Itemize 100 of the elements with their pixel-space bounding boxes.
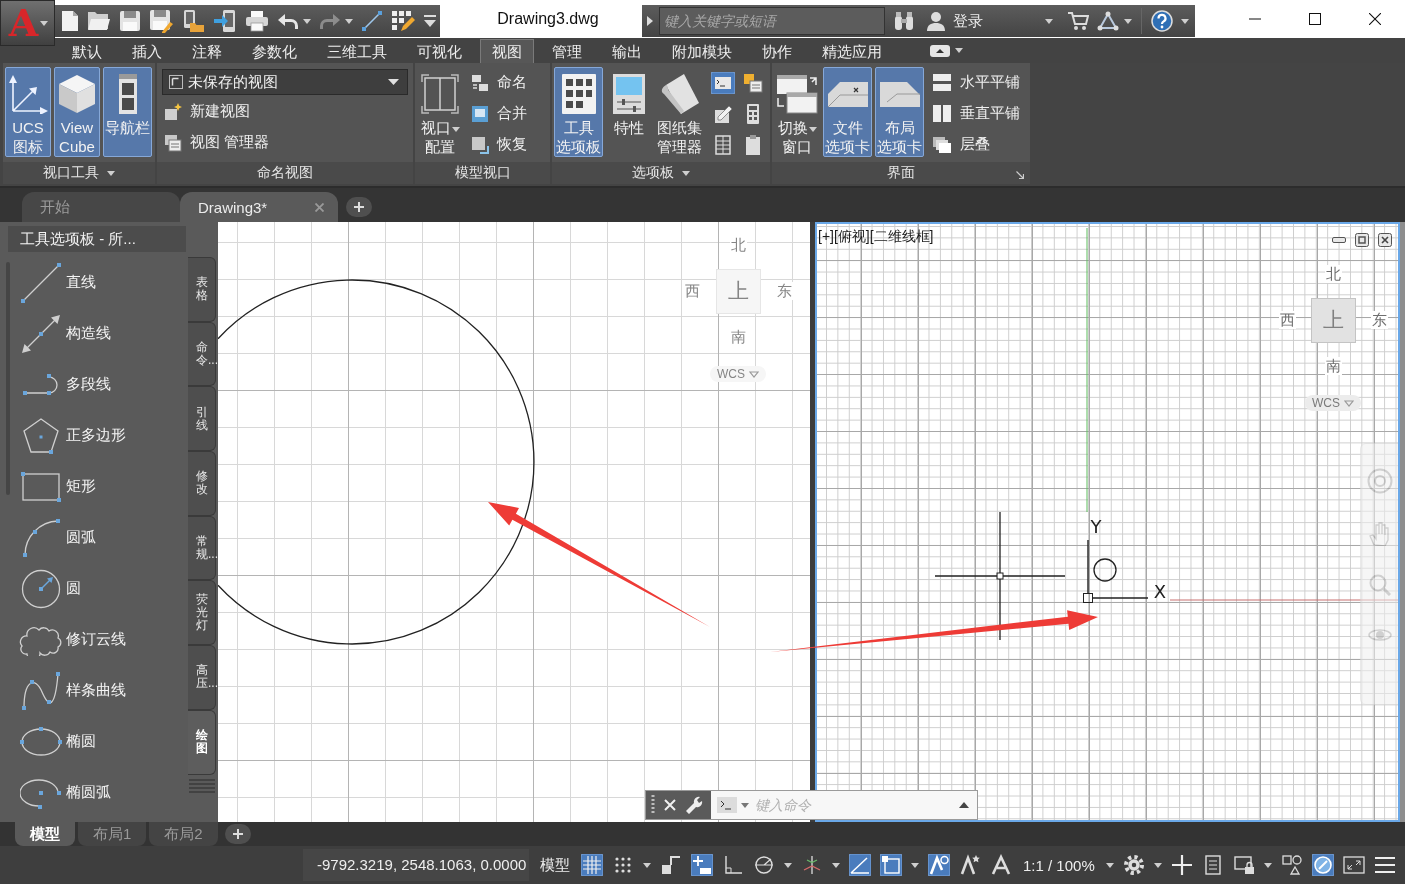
restore-icon[interactable] [1355,233,1369,247]
ribbon-button[interactable]: 图纸集 管理器 [655,67,704,157]
ribbon-button[interactable]: 新建视图 [162,96,408,127]
palette-tab[interactable]: 常规... [188,515,216,581]
compass-label[interactable]: 北 [1324,265,1342,283]
document-tab[interactable]: Drawing3* [180,192,338,222]
ucs-menu[interactable]: WCS [1305,395,1361,411]
slashed-circle-icon[interactable] [1311,854,1334,876]
ribbon-button[interactable]: 垂直平铺 [930,98,1022,129]
command-prompt-icon[interactable] [717,797,737,813]
ribbon-tab[interactable]: 管理 [540,39,594,63]
right-angle-icon[interactable] [722,854,744,876]
caret-icon[interactable] [643,862,651,868]
menu-icon[interactable] [1373,854,1396,876]
compass-label[interactable]: 北 [729,236,747,254]
palette-tab[interactable]: 修改 [188,451,216,516]
ribbon-button[interactable]: 层叠 [930,129,1022,160]
palette-tool[interactable]: 圆 [18,563,126,614]
user-icon[interactable] [926,11,946,31]
caret-icon[interactable] [955,48,963,53]
caret-icon[interactable] [832,862,840,868]
letter-a-star-icon[interactable] [959,854,981,876]
binoculars-icon[interactable] [894,11,914,31]
caret-icon[interactable] [911,862,919,868]
up-caret-tile-icon[interactable] [930,44,950,57]
ribbon-button[interactable]: 特性 [606,67,652,157]
compass-label[interactable]: 东 [775,282,793,300]
folder-icon[interactable] [87,11,111,31]
angle-circle-icon[interactable] [753,854,775,876]
ribbon-button[interactable]: 合并 [469,98,529,129]
palette-tool[interactable]: 样条曲线 [18,665,126,716]
palette-tool[interactable]: 正多边形 [18,410,126,461]
layout-tab[interactable]: 模型 [15,822,75,846]
cart-icon[interactable] [1067,11,1089,31]
diagonal-line-icon[interactable] [361,10,383,32]
caret-icon[interactable] [784,862,792,868]
ribbon-tab[interactable]: 可视化 [405,39,474,63]
palette-tab[interactable]: 高压... [188,645,216,710]
page-icon[interactable] [61,10,79,32]
cursor-coordinates[interactable]: -9792.3219, 2548.1063, 0.0000 [303,849,529,881]
dropdown-menu-icon[interactable] [423,14,437,28]
ribbon-tab[interactable]: 参数化 [240,39,309,63]
letter-a-icon[interactable] [990,854,1012,876]
document-tab[interactable]: 开始 [22,192,180,222]
ribbon-button[interactable]: 视图 管理器 [162,127,408,158]
caret-icon[interactable] [741,802,749,808]
grid-icon[interactable] [581,854,603,876]
undo-icon[interactable] [277,13,299,29]
plus-icon[interactable] [346,197,372,217]
ribbon-button[interactable]: 切换 窗口 [774,67,820,157]
wrench-icon[interactable] [685,796,703,814]
viewport-label[interactable]: [+][俯视][二维线框] [818,228,934,246]
palette-tool[interactable]: 圆弧 [18,512,126,563]
tripod-icon[interactable] [801,854,823,876]
square-snap-icon[interactable] [880,854,902,876]
caret-icon[interactable] [1181,18,1189,24]
compass-label[interactable]: 西 [1278,311,1296,329]
fullscreen-icon[interactable] [1342,854,1365,876]
command-field[interactable]: 键入命令 [711,791,977,819]
grip-icon[interactable] [651,795,655,815]
ribbon-button[interactable]: 导航栏 [103,67,152,157]
caret-icon[interactable] [1153,862,1162,868]
layout-tab[interactable]: 布局1 [78,822,147,846]
ucs-menu[interactable]: WCS [710,366,766,382]
sign-in-link[interactable]: 登录 [953,11,983,31]
minimize-icon[interactable] [1332,237,1346,243]
floppy-pencil-icon[interactable] [149,9,173,33]
diagonal-arrow-icon[interactable] [1016,171,1024,179]
gear-icon[interactable] [1122,854,1145,876]
caret-icon[interactable] [959,802,969,808]
ribbon-tab[interactable]: 三维工具 [315,39,399,63]
caret-icon[interactable] [1124,18,1132,24]
palette-tab[interactable]: 命令... [188,321,216,387]
printer-icon[interactable] [245,10,269,32]
caret-icon[interactable] [303,18,311,24]
grid-pencil-icon[interactable] [391,10,415,32]
palette-tool[interactable]: 椭圆 [18,716,126,767]
ribbon-button[interactable]: 布局 选项卡 [875,67,924,157]
angle-line-icon[interactable] [849,854,871,876]
grip-lines-icon[interactable] [189,778,215,793]
expand-arrow-icon[interactable] [647,16,653,26]
ribbon-tab[interactable]: 附加模块 [660,39,744,63]
search-field[interactable]: 键入关键字或短语 [659,7,885,35]
layout-tab[interactable]: 布局2 [149,822,218,846]
plus-icon[interactable] [1170,854,1193,876]
terminal-icon[interactable] [711,71,735,94]
ribbon-button[interactable]: View Cube [54,67,100,157]
maximize-icon[interactable] [1309,13,1321,25]
caret-icon[interactable] [107,170,115,176]
ribbon-button[interactable]: 水平平铺 [930,67,1022,98]
view-dropdown[interactable]: 未保存的视图 [162,69,408,95]
device-arrow-icon[interactable] [213,9,237,33]
caret-icon[interactable] [1105,862,1114,868]
ribbon-button[interactable]: 文件 选项卡 [823,67,872,157]
palette-tab[interactable]: 绘图 [188,709,216,775]
shapes-icon[interactable] [1280,854,1303,876]
compass-label[interactable]: 南 [1324,357,1342,375]
palette-tab[interactable]: 荧光灯 [188,580,216,646]
window-lock-icon[interactable] [1232,854,1255,876]
ribbon-tab[interactable]: 精选应用 [810,39,894,63]
